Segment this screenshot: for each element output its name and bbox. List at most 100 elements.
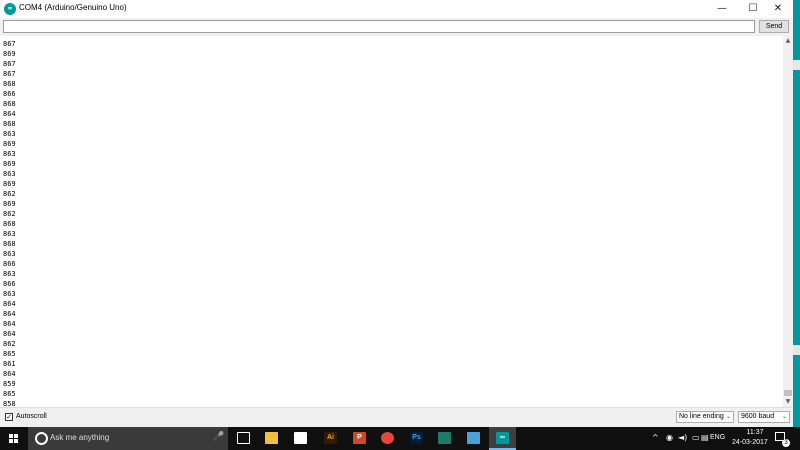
windows-logo-pane [14, 439, 18, 443]
output-line: 863 [3, 230, 16, 238]
battery-icon[interactable]: ▭ [692, 433, 700, 442]
message-input[interactable] [3, 20, 755, 33]
output-line: 864 [3, 370, 16, 378]
output-line: 863 [3, 250, 16, 258]
output-line: 867 [3, 60, 16, 68]
output-line: 866 [3, 280, 16, 288]
output-line: 869 [3, 180, 16, 188]
store-icon [294, 432, 307, 444]
minimize-button[interactable]: — [706, 0, 738, 18]
output-line: 863 [3, 130, 16, 138]
output-line: 861 [3, 360, 16, 368]
output-line: 863 [3, 150, 16, 158]
cortana-icon [35, 432, 48, 445]
powerpoint-icon: P [353, 432, 366, 444]
input-language[interactable]: ENG [710, 434, 725, 441]
photoshop-icon: Ps [410, 432, 423, 444]
output-line: 869 [3, 200, 16, 208]
send-button[interactable]: Send [759, 20, 789, 33]
volume-icon[interactable]: ◄) [678, 433, 687, 442]
output-line: 862 [3, 210, 16, 218]
output-line: 865 [3, 350, 16, 358]
autoscroll-label[interactable]: Autoscroll [16, 413, 47, 420]
illustrator-icon: Ai [324, 432, 337, 444]
output-line: 864 [3, 300, 16, 308]
output-line: 866 [3, 90, 16, 98]
taskbar-app-illustrator[interactable]: Ai [317, 427, 344, 450]
output-line: 864 [3, 330, 16, 338]
output-line: 864 [3, 320, 16, 328]
output-line: 866 [3, 260, 16, 268]
windows-logo-pane [9, 439, 13, 443]
keyboard-icon[interactable]: ▤ [701, 433, 709, 442]
network-icon[interactable]: ◉ [666, 433, 673, 442]
clock-time[interactable]: 11:37 [739, 429, 771, 436]
line-ending-value: No line ending [679, 413, 724, 420]
output-line: 865 [3, 390, 16, 398]
output-line: 869 [3, 50, 16, 58]
taskbar-app-app-blue[interactable] [460, 427, 487, 450]
output-line: 868 [3, 100, 16, 108]
vertical-scrollbar[interactable]: ▲ ▼ [783, 36, 793, 407]
chevron-down-icon: ⌄ [725, 413, 731, 420]
window-title: COM4 (Arduino/Genuino Uno) [19, 3, 127, 12]
output-line: 867 [3, 40, 16, 48]
baud-rate-value: 9600 baud [741, 413, 775, 420]
taskbar-app-photoshop[interactable]: Ps [403, 427, 430, 450]
output-line: 859 [3, 380, 16, 388]
autoscroll-checkbox[interactable]: ✓ [5, 413, 13, 421]
taskbar-app-app-arrow[interactable] [431, 427, 458, 450]
chrome-icon [381, 432, 394, 444]
output-line: 862 [3, 190, 16, 198]
scroll-up-arrow-icon[interactable]: ▲ [783, 36, 793, 46]
output-line: 868 [3, 220, 16, 228]
notification-count-badge: 3 [782, 439, 790, 447]
output-line: 863 [3, 290, 16, 298]
taskbar-app-powerpoint[interactable]: P [346, 427, 373, 450]
output-line: 864 [3, 110, 16, 118]
scroll-down-arrow-icon[interactable]: ▼ [783, 397, 793, 407]
background-window [793, 0, 800, 430]
line-ending-select[interactable]: No line ending ⌄ [676, 411, 734, 423]
close-button[interactable]: ✕ [762, 0, 794, 18]
output-line: 867 [3, 70, 16, 78]
scroll-thumb[interactable] [784, 390, 792, 396]
output-line: 862 [3, 340, 16, 348]
task-view-icon [237, 432, 250, 444]
taskbar-app-file-explorer[interactable] [258, 427, 285, 450]
arduino-icon: ∞ [4, 3, 16, 15]
taskbar-app-store[interactable] [287, 427, 314, 450]
output-line: 858 [3, 400, 16, 407]
taskbar: Ask me anything 🎤 Ai P Ps ∞ ^ ◉ ◄) ▭ ▤ ENG … [0, 427, 800, 450]
tray-expand-icon[interactable]: ^ [652, 433, 659, 442]
app-blue-icon [467, 432, 480, 444]
start-button[interactable] [0, 427, 28, 450]
baud-rate-select[interactable]: 9600 baud ⌄ [738, 411, 790, 423]
title-bar[interactable]: ∞ COM4 (Arduino/Genuino Uno) — ☐ ✕ [0, 0, 793, 18]
microphone-icon[interactable]: 🎤 [213, 432, 224, 442]
serial-monitor-window: ∞ COM4 (Arduino/Genuino Uno) — ☐ ✕ Send … [0, 0, 793, 427]
cortana-search-bar[interactable]: Ask me anything 🎤 [28, 427, 228, 450]
output-line: 869 [3, 160, 16, 168]
windows-logo-icon [9, 434, 13, 438]
taskbar-app-task-view[interactable] [230, 427, 257, 450]
chevron-down-icon: ⌄ [781, 413, 787, 420]
send-row: Send [0, 18, 793, 36]
output-line: 863 [3, 270, 16, 278]
clock-date[interactable]: 24-03-2017 [732, 439, 768, 446]
output-line: 869 [3, 140, 16, 148]
output-line: 863 [3, 170, 16, 178]
app-arrow-icon [438, 432, 451, 444]
bottom-bar: ✓ Autoscroll No line ending ⌄ 9600 baud … [0, 407, 793, 427]
file-explorer-icon [265, 432, 278, 444]
serial-output[interactable]: 867 869 867 867 868 866 868 864 868 863 869 863 869 8… [0, 36, 783, 407]
taskbar-app-chrome[interactable] [374, 427, 401, 450]
output-line: 868 [3, 80, 16, 88]
arduino-icon: ∞ [496, 432, 509, 444]
output-line: 864 [3, 310, 16, 318]
output-line: 868 [3, 240, 16, 248]
windows-logo-pane [14, 434, 18, 438]
output-line-list: 867 869 867 867 868 866 868 864 868 863 869 863 869 8… [0, 39, 783, 407]
search-placeholder: Ask me anything [50, 433, 110, 442]
taskbar-app-arduino[interactable]: ∞ [489, 427, 516, 450]
